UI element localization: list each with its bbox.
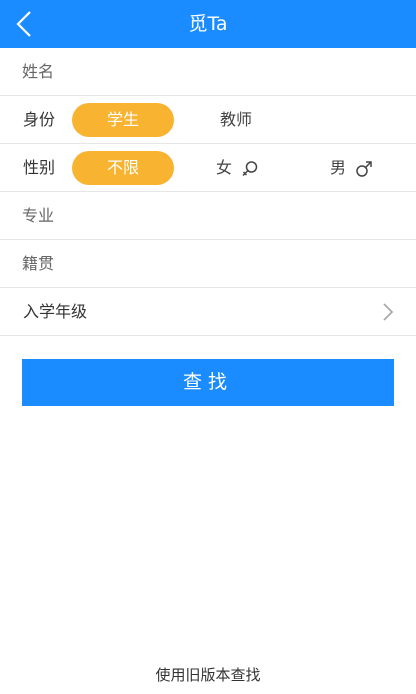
search-button[interactable]: 查找 (22, 359, 394, 406)
gender-option-female[interactable]: 女 (216, 144, 259, 192)
gender-row: 性别 不限 女 男 (0, 144, 416, 192)
old-version-search-link[interactable]: 使用旧版本查找 (0, 664, 416, 685)
app-header: 觅Ta (0, 0, 416, 48)
male-icon (356, 160, 372, 177)
identity-option-student[interactable]: 学生 (72, 103, 174, 137)
enrollment-year-label: 入学年级 (23, 302, 88, 321)
hometown-input[interactable] (22, 240, 392, 287)
identity-row: 身份 学生 教师 (0, 96, 416, 144)
gender-option-male[interactable]: 男 (330, 144, 373, 192)
hometown-row (0, 240, 416, 288)
enrollment-year-row[interactable]: 入学年级 (0, 288, 416, 336)
identity-option-teacher[interactable]: 教师 (220, 96, 252, 144)
page-title: 觅Ta (188, 13, 228, 35)
major-input[interactable] (22, 192, 392, 239)
major-row (0, 192, 416, 240)
gender-option-any[interactable]: 不限 (72, 151, 174, 185)
chevron-right-icon (383, 303, 394, 321)
female-icon (242, 160, 258, 176)
gender-option-male-label: 男 (330, 158, 347, 177)
gender-option-female-label: 女 (216, 158, 233, 177)
name-row (0, 48, 416, 96)
name-input[interactable] (22, 48, 392, 95)
gender-label: 性别 (23, 158, 56, 177)
identity-label: 身份 (23, 110, 56, 129)
